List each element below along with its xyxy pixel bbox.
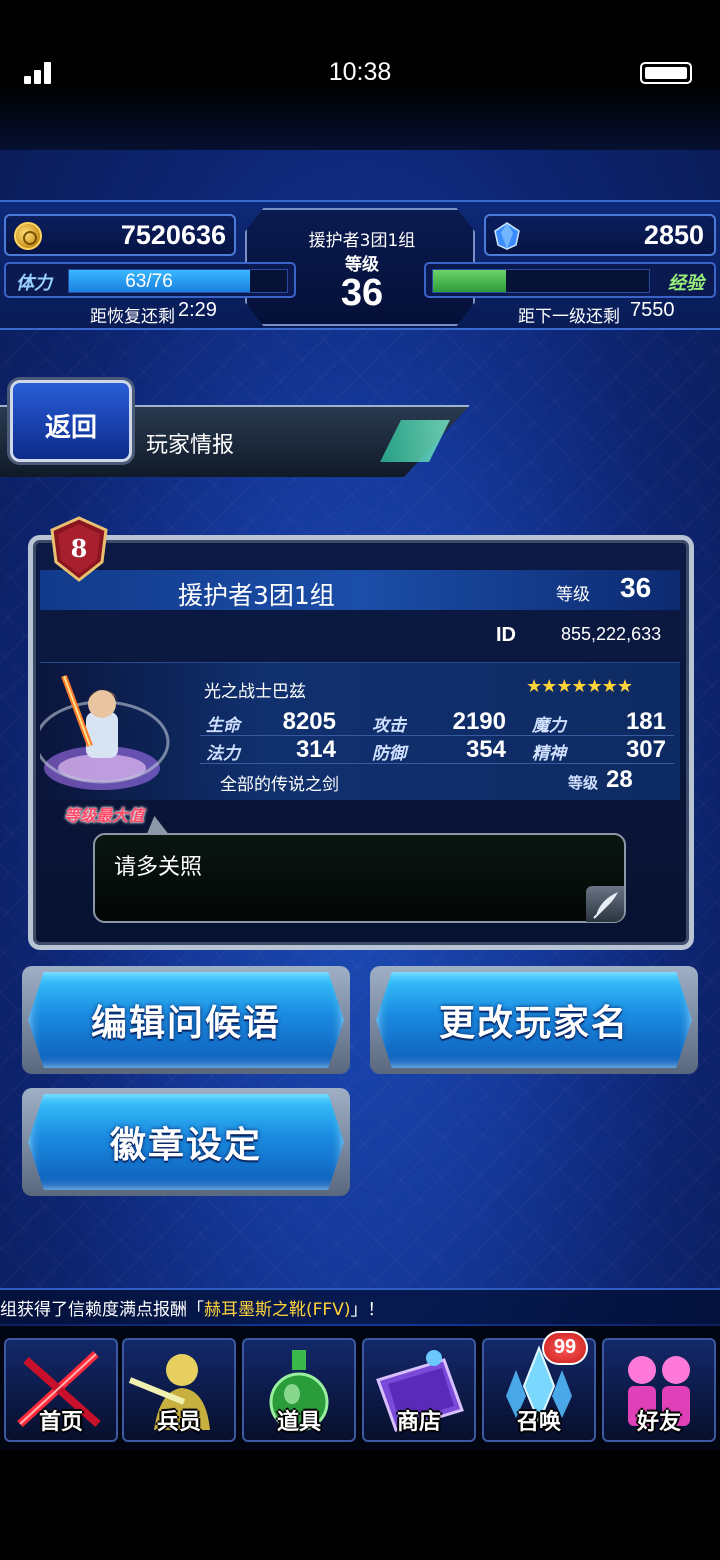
- recover-time: 2:29: [178, 299, 217, 321]
- stamina-value: 63/76: [125, 271, 173, 292]
- player-header: 7520636 援护者3团1组 等级 36 2850 体力 63/76 距恢复还…: [0, 200, 720, 330]
- card-level-label: 等级: [556, 585, 590, 605]
- next-level-value: 7550: [630, 299, 675, 321]
- equipment-name: 全部的传说之剑: [220, 775, 339, 795]
- stat-value-mp: 314: [295, 736, 336, 763]
- stamina-label: 体力: [16, 273, 52, 294]
- exp-bar: [432, 269, 650, 293]
- lapis-value: 2850: [643, 220, 704, 250]
- stamina-bar: 63/76: [68, 269, 288, 293]
- exp-meter: 经验: [424, 262, 716, 298]
- nav-friends-label: 好友: [636, 1410, 681, 1435]
- edit-greeting-label: 编辑问候语: [90, 1003, 281, 1044]
- stat-label-hp: 生命: [206, 716, 240, 736]
- nav-items[interactable]: 道具: [242, 1338, 356, 1442]
- rarity-stars: ★★★★★★★: [526, 676, 633, 697]
- nav-home-label: 首页: [38, 1410, 83, 1435]
- stat-value-spr: 307: [625, 736, 666, 763]
- system-bottom-area: [0, 1450, 720, 1560]
- stat-value-hp: 8205: [282, 708, 336, 735]
- nav-home[interactable]: 首页: [4, 1338, 118, 1442]
- leader-unit-name: 光之战士巴兹: [204, 682, 306, 702]
- quill-edit-icon[interactable]: [586, 886, 624, 922]
- badge-settings-button[interactable]: 徽章设定: [22, 1088, 350, 1196]
- nav-units[interactable]: 兵员: [122, 1338, 236, 1442]
- header-player-name: 援护者3团1组: [308, 231, 416, 251]
- rank-shield-icon: [50, 516, 108, 582]
- ticker-text: 组获得了信赖度满点报酬「赫耳墨斯之靴(FFV)」！: [0, 1300, 385, 1320]
- stat-value-def: 354: [465, 736, 506, 763]
- nav-units-label: 兵员: [156, 1410, 201, 1435]
- nav-summon-label: 召唤: [516, 1410, 561, 1435]
- greeting-message: 请多关照: [114, 855, 203, 880]
- back-button[interactable]: 返回: [10, 380, 132, 462]
- next-level-label: 距下一级还剩: [518, 307, 620, 327]
- stat-row: 生命 8205 攻击 2190 魔力 181: [200, 708, 674, 736]
- stat-label-mag: 魔力: [532, 716, 566, 736]
- equipment-level-label: 等级: [568, 774, 599, 792]
- nav-items-label: 道具: [276, 1410, 321, 1435]
- exp-bar-fill: [433, 270, 507, 292]
- stat-row: 法力 314 防御 354 精神 307: [200, 736, 674, 764]
- gil-counter: 7520636: [4, 214, 236, 256]
- card-level-value: 36: [620, 572, 652, 603]
- lapis-counter: 2850: [484, 214, 716, 256]
- page-title: 玩家情报: [146, 433, 235, 458]
- nav-friends[interactable]: 好友: [602, 1338, 716, 1442]
- max-level-label: 等级最大值: [64, 806, 145, 825]
- stat-value-atk: 2190: [452, 708, 506, 735]
- gil-coin-icon: [14, 222, 42, 250]
- news-ticker: 组获得了信赖度满点报酬「赫耳墨斯之靴(FFV)」！: [0, 1288, 720, 1324]
- status-bar: 10:38: [0, 0, 720, 150]
- change-name-button[interactable]: 更改玩家名: [370, 966, 698, 1074]
- lapis-gem-icon: [494, 222, 520, 250]
- back-button-label: 返回: [44, 413, 97, 443]
- stat-label-atk: 攻击: [372, 716, 406, 736]
- status-time: 10:38: [328, 58, 392, 86]
- equipment-level-value: 28: [606, 766, 633, 793]
- stat-label-def: 防御: [372, 744, 406, 764]
- player-id-value: 855,222,633: [561, 624, 662, 644]
- gil-value: 7520636: [120, 220, 226, 250]
- badge-settings-label: 徽章设定: [109, 1125, 262, 1166]
- battery-icon: [640, 62, 692, 84]
- change-name-label: 更改玩家名: [438, 1003, 629, 1044]
- player-id-label: ID: [496, 624, 516, 646]
- nav-shop-label: 商店: [396, 1410, 441, 1435]
- leader-unit-portrait-icon[interactable]: [40, 670, 176, 800]
- summon-count-badge: 99: [542, 1331, 588, 1365]
- stat-grid: 生命 8205 攻击 2190 魔力 181 法力 314 防御 354 精神 …: [200, 708, 674, 764]
- stat-label-mp: 法力: [206, 744, 240, 764]
- card-player-name: 援护者3团1组: [178, 581, 335, 610]
- exp-label: 经验: [668, 273, 704, 294]
- edit-greeting-button[interactable]: 编辑问候语: [22, 966, 350, 1074]
- stamina-meter: 体力 63/76: [4, 262, 296, 298]
- recover-label: 距恢复还剩: [90, 307, 175, 327]
- stat-value-mag: 181: [625, 708, 666, 735]
- nav-shop[interactable]: 商店: [362, 1338, 476, 1442]
- bottom-nav: 首页 兵员 道具 商店 召唤 好友: [0, 1326, 720, 1450]
- stat-label-spr: 精神: [532, 744, 566, 764]
